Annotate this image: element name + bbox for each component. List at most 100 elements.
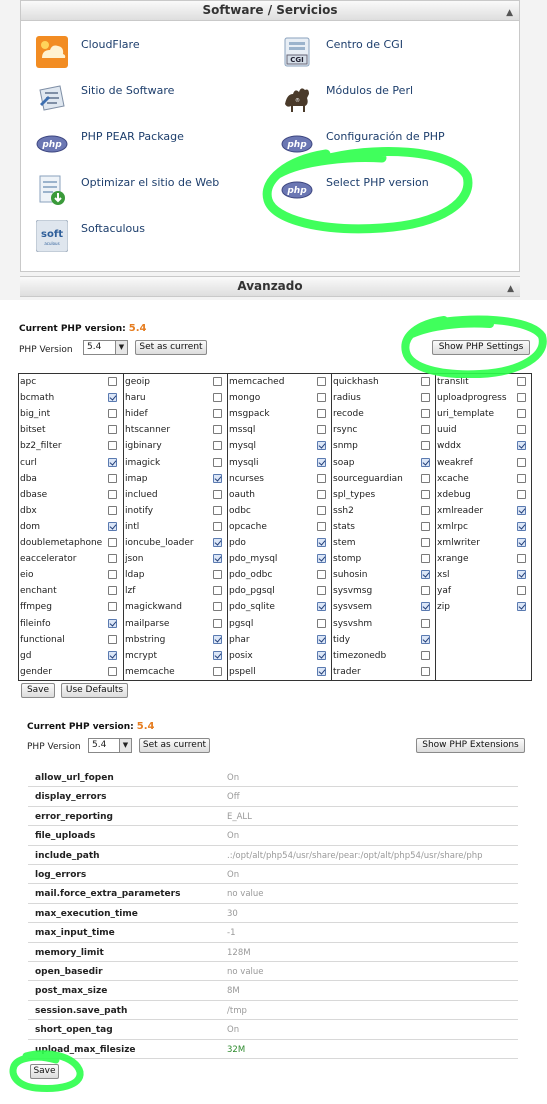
extension-checkbox[interactable] <box>421 521 430 531</box>
extension-checkbox[interactable] <box>317 618 326 628</box>
setting-value[interactable]: .:/opt/alt/php54/usr/share/pear:/opt/alt… <box>227 851 483 861</box>
extension-checkbox[interactable] <box>317 586 326 596</box>
use-defaults-button[interactable]: Use Defaults <box>61 683 128 698</box>
extension-checkbox[interactable] <box>213 393 222 403</box>
optimize-icon[interactable] <box>36 174 68 206</box>
setting-value[interactable]: 32M <box>227 1045 245 1055</box>
extension-checkbox[interactable] <box>213 602 222 612</box>
collapse-arrow-icon[interactable]: ▲ <box>507 280 514 299</box>
cgi-icon[interactable]: CGI <box>281 36 313 68</box>
software-panel-header[interactable]: Software / Servicios ▲ <box>21 0 519 21</box>
extension-checkbox[interactable] <box>108 521 117 531</box>
php-icon[interactable]: php <box>36 128 68 160</box>
extension-checkbox[interactable] <box>317 505 326 515</box>
setting-value[interactable]: no value <box>227 889 264 899</box>
extension-checkbox[interactable] <box>421 425 430 435</box>
extension-checkbox[interactable] <box>213 618 222 628</box>
setting-value[interactable]: E_ALL <box>227 812 252 822</box>
software-item-label[interactable]: PHP PEAR Package <box>81 130 184 143</box>
setting-value[interactable]: 128M <box>227 948 251 958</box>
extension-checkbox[interactable] <box>108 457 117 467</box>
show-php-settings-button[interactable]: Show PHP Settings <box>432 340 530 355</box>
extension-checkbox[interactable] <box>517 538 526 547</box>
extension-checkbox[interactable] <box>213 457 222 467</box>
extension-checkbox[interactable] <box>213 650 222 660</box>
extension-checkbox[interactable] <box>317 393 326 403</box>
setting-value[interactable]: On <box>227 870 239 880</box>
extension-checkbox[interactable] <box>421 538 430 547</box>
setting-value[interactable]: 30 <box>227 909 238 919</box>
extension-checkbox[interactable] <box>421 554 430 564</box>
extension-checkbox[interactable] <box>213 409 222 419</box>
software-item-label[interactable]: Centro de CGI <box>326 38 403 51</box>
extension-checkbox[interactable] <box>108 554 117 564</box>
extension-checkbox[interactable] <box>213 505 222 515</box>
extension-checkbox[interactable] <box>213 473 222 483</box>
extension-checkbox[interactable] <box>517 473 526 483</box>
extension-checkbox[interactable] <box>517 425 526 435</box>
extension-checkbox[interactable] <box>517 489 526 499</box>
software-item[interactable]: php PHP PEAR Package <box>36 128 266 168</box>
extension-checkbox[interactable] <box>421 457 430 467</box>
setting-value[interactable]: -1 <box>227 928 235 938</box>
extension-checkbox[interactable] <box>317 570 326 580</box>
extension-checkbox[interactable] <box>213 425 222 435</box>
set-as-current-button[interactable]: Set as current <box>135 340 207 355</box>
extension-checkbox[interactable] <box>317 650 326 660</box>
extension-checkbox[interactable] <box>421 570 430 580</box>
collapse-arrow-icon[interactable]: ▲ <box>506 4 513 23</box>
software-item[interactable]: Optimizar el sitio de Web <box>36 174 266 214</box>
save-button[interactable]: Save <box>30 1064 59 1079</box>
extension-checkbox[interactable] <box>517 409 526 419</box>
extension-checkbox[interactable] <box>421 666 430 676</box>
extension-checkbox[interactable] <box>317 457 326 467</box>
extension-checkbox[interactable] <box>213 666 222 676</box>
setting-value[interactable]: On <box>227 773 239 783</box>
software-item[interactable]: php Configuración de PHP <box>281 128 511 168</box>
extension-checkbox[interactable] <box>421 409 430 419</box>
extension-checkbox[interactable] <box>108 570 117 580</box>
extension-checkbox[interactable] <box>108 666 117 676</box>
show-php-extensions-button[interactable]: Show PHP Extensions <box>416 738 525 753</box>
extension-checkbox[interactable] <box>317 377 326 386</box>
software-item-label[interactable]: Módulos de Perl <box>326 84 413 97</box>
extension-checkbox[interactable] <box>421 634 430 644</box>
extension-checkbox[interactable] <box>108 409 117 419</box>
extension-checkbox[interactable] <box>517 393 526 403</box>
extension-checkbox[interactable] <box>213 586 222 596</box>
extension-checkbox[interactable] <box>108 425 117 435</box>
software-item[interactable]: Sitio de Software <box>36 82 266 122</box>
extension-checkbox[interactable] <box>517 586 526 596</box>
extension-checkbox[interactable] <box>213 441 222 451</box>
php-icon[interactable]: php <box>281 174 313 206</box>
set-as-current-button[interactable]: Set as current <box>139 738 210 753</box>
extension-checkbox[interactable] <box>108 586 117 596</box>
extension-checkbox[interactable] <box>108 441 117 451</box>
save-button[interactable]: Save <box>21 683 55 698</box>
extension-checkbox[interactable] <box>108 505 117 515</box>
extension-checkbox[interactable] <box>213 521 222 531</box>
setting-value[interactable]: Off <box>227 792 240 802</box>
extension-checkbox[interactable] <box>421 602 430 612</box>
software-item-label[interactable]: Sitio de Software <box>81 84 174 97</box>
php-version-select[interactable]: 5.4 ▼ <box>83 340 128 355</box>
extension-checkbox[interactable] <box>213 489 222 499</box>
software-item[interactable]: php Select PHP version <box>281 174 511 214</box>
extension-checkbox[interactable] <box>108 650 117 660</box>
extension-checkbox[interactable] <box>317 521 326 531</box>
extension-checkbox[interactable] <box>317 473 326 483</box>
extension-checkbox[interactable] <box>317 489 326 499</box>
extension-checkbox[interactable] <box>213 554 222 564</box>
extension-checkbox[interactable] <box>421 650 430 660</box>
software-item-label[interactable]: Configuración de PHP <box>326 130 445 143</box>
extension-checkbox[interactable] <box>517 602 526 612</box>
extension-checkbox[interactable] <box>317 409 326 419</box>
software-site-icon[interactable] <box>36 82 68 114</box>
extension-checkbox[interactable] <box>421 377 430 386</box>
software-item-label[interactable]: Softaculous <box>81 222 145 235</box>
extension-checkbox[interactable] <box>108 602 117 612</box>
extension-checkbox[interactable] <box>108 618 117 628</box>
setting-value[interactable]: 8M <box>227 986 240 996</box>
dropdown-arrow-icon[interactable]: ▼ <box>115 341 127 354</box>
extension-checkbox[interactable] <box>421 618 430 628</box>
